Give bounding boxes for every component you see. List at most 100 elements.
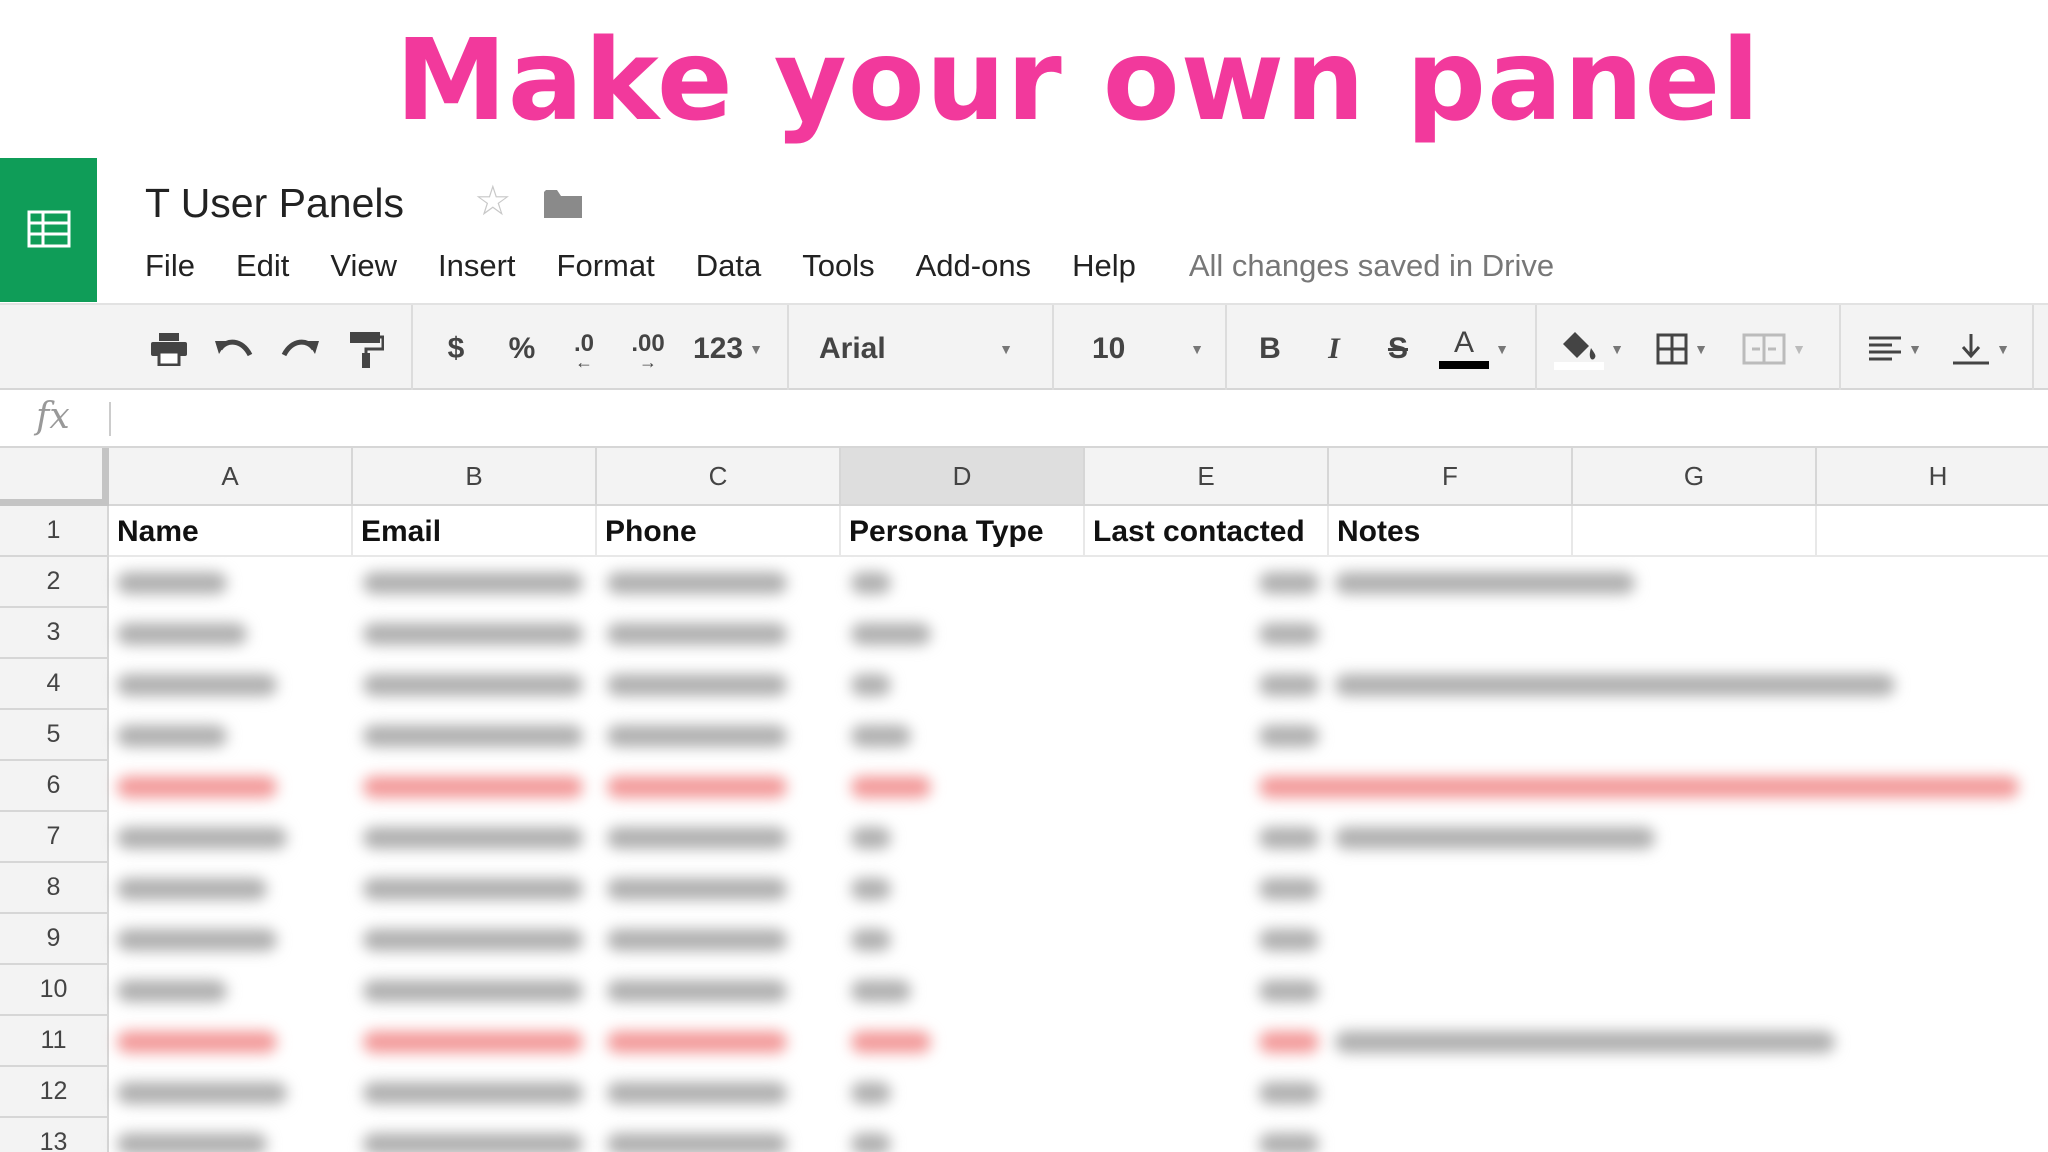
blurred-cell <box>1259 878 1319 900</box>
menu-tools[interactable]: Tools <box>802 248 874 284</box>
column-header-d[interactable]: D <box>841 448 1085 506</box>
header-cell-notes[interactable]: Notes <box>1329 506 1573 557</box>
blurred-cell <box>363 776 583 798</box>
blurred-cell <box>607 980 787 1002</box>
blurred-cell <box>851 623 931 645</box>
row-header[interactable]: 5 <box>0 710 109 761</box>
column-header-b[interactable]: B <box>353 448 597 506</box>
column-header-g[interactable]: G <box>1573 448 1817 506</box>
header-cell-last-contacted[interactable]: Last contacted <box>1085 506 1329 557</box>
decrease-decimals-button[interactable]: .0 ← <box>560 305 608 392</box>
blurred-cell <box>117 725 227 747</box>
header-cell-phone[interactable]: Phone <box>597 506 841 557</box>
vertical-align-button[interactable]: ▼ <box>1946 305 2016 392</box>
blurred-cell <box>363 623 583 645</box>
blurred-cell <box>607 1031 787 1053</box>
row-header[interactable]: 2 <box>0 557 109 608</box>
row-header[interactable]: 13 <box>0 1118 109 1152</box>
blurred-cell <box>363 725 583 747</box>
blurred-data-area <box>109 558 2048 1152</box>
blurred-cell <box>1335 1031 1835 1053</box>
borders-button[interactable]: ▼ <box>1648 305 1716 392</box>
column-header-f[interactable]: F <box>1329 448 1573 506</box>
blurred-cell <box>851 1133 891 1152</box>
toolbar-divider <box>1839 305 1841 392</box>
empty-cell[interactable] <box>1573 506 1817 557</box>
header-cell-name[interactable]: Name <box>109 506 353 557</box>
column-header-e[interactable]: E <box>1085 448 1329 506</box>
star-outline-icon[interactable]: ☆ <box>474 180 512 222</box>
column-header-c[interactable]: C <box>597 448 841 506</box>
percent-button[interactable]: % <box>496 305 548 392</box>
document-title[interactable]: T User Panels <box>145 180 404 227</box>
currency-button[interactable]: $ <box>432 305 480 392</box>
blurred-cell <box>1259 827 1319 849</box>
text-color-swatch <box>1439 361 1490 369</box>
blurred-cell <box>363 1031 583 1053</box>
row-header[interactable]: 11 <box>0 1016 109 1067</box>
fill-color-button[interactable]: ▼ <box>1552 305 1626 392</box>
horizontal-align-button[interactable]: ▼ <box>1860 305 1930 392</box>
row-header[interactable]: 9 <box>0 914 109 965</box>
dropdown-arrow-icon: ▼ <box>1908 340 1922 357</box>
strikethrough-button[interactable]: S <box>1374 305 1422 392</box>
undo-icon[interactable] <box>210 305 258 392</box>
bold-button[interactable]: B <box>1246 305 1294 392</box>
blurred-cell <box>851 878 891 900</box>
print-icon[interactable] <box>145 305 193 392</box>
row-header[interactable]: 1 <box>0 506 109 557</box>
borders-icon <box>1656 333 1688 364</box>
column-header-h[interactable]: H <box>1817 448 2048 506</box>
row-header[interactable]: 8 <box>0 863 109 914</box>
app-header: T User Panels ☆ File Edit View Insert Fo… <box>0 158 2048 303</box>
row-header[interactable]: 10 <box>0 965 109 1016</box>
font-size-dropdown[interactable]: 10 ▼ <box>1070 305 1210 392</box>
text-color-button[interactable]: A ▼ <box>1436 305 1512 392</box>
header-cell-email[interactable]: Email <box>353 506 597 557</box>
menu-format[interactable]: Format <box>557 248 655 284</box>
menu-file[interactable]: File <box>145 248 195 284</box>
dropdown-arrow-icon: ▼ <box>1495 340 1509 357</box>
header-cell-persona-type[interactable]: Persona Type <box>841 506 1085 557</box>
save-status[interactable]: All changes saved in Drive <box>1189 248 1554 284</box>
menu-insert[interactable]: Insert <box>438 248 516 284</box>
row-header[interactable]: 4 <box>0 659 109 710</box>
menu-help[interactable]: Help <box>1072 248 1136 284</box>
column-header-a[interactable]: A <box>109 448 353 506</box>
row-header[interactable]: 7 <box>0 812 109 863</box>
table-header-row: Name Email Phone Persona Type Last conta… <box>109 506 2048 557</box>
folder-icon[interactable] <box>543 188 583 225</box>
merge-cells-button[interactable]: ▼ <box>1734 305 1814 392</box>
menu-add-ons[interactable]: Add-ons <box>916 248 1031 284</box>
italic-button[interactable]: I <box>1310 305 1358 392</box>
dropdown-arrow-icon: ▼ <box>999 340 1013 357</box>
blurred-cell <box>1259 623 1319 645</box>
blurred-cell <box>607 725 787 747</box>
toolbar-divider <box>411 305 413 392</box>
blurred-cell <box>1259 929 1319 951</box>
menu-edit[interactable]: Edit <box>236 248 289 284</box>
sheets-logo-icon[interactable] <box>0 158 97 302</box>
blurred-cell <box>117 1082 287 1104</box>
redo-icon[interactable] <box>276 305 324 392</box>
font-family-dropdown[interactable]: Arial ▼ <box>805 305 1025 392</box>
formula-bar: fx <box>0 390 2048 448</box>
menu-view[interactable]: View <box>330 248 397 284</box>
formula-input[interactable] <box>124 398 2024 440</box>
row-header[interactable]: 6 <box>0 761 109 812</box>
empty-cell[interactable] <box>1817 506 2048 557</box>
menu-data[interactable]: Data <box>696 248 761 284</box>
blurred-cell <box>1259 725 1319 747</box>
row-header[interactable]: 3 <box>0 608 109 659</box>
paint-format-icon[interactable] <box>342 305 390 392</box>
blurred-cell <box>117 827 287 849</box>
blurred-cell <box>851 929 891 951</box>
blurred-cell <box>363 572 583 594</box>
select-all-corner[interactable] <box>0 448 109 506</box>
toolbar-divider <box>1052 305 1054 392</box>
number-format-dropdown[interactable]: 123 ▼ <box>686 305 770 392</box>
increase-decimals-button[interactable]: .00 → <box>620 305 676 392</box>
blurred-cell <box>1335 674 1895 696</box>
arrow-right-icon: → <box>639 351 657 372</box>
row-header[interactable]: 12 <box>0 1067 109 1118</box>
